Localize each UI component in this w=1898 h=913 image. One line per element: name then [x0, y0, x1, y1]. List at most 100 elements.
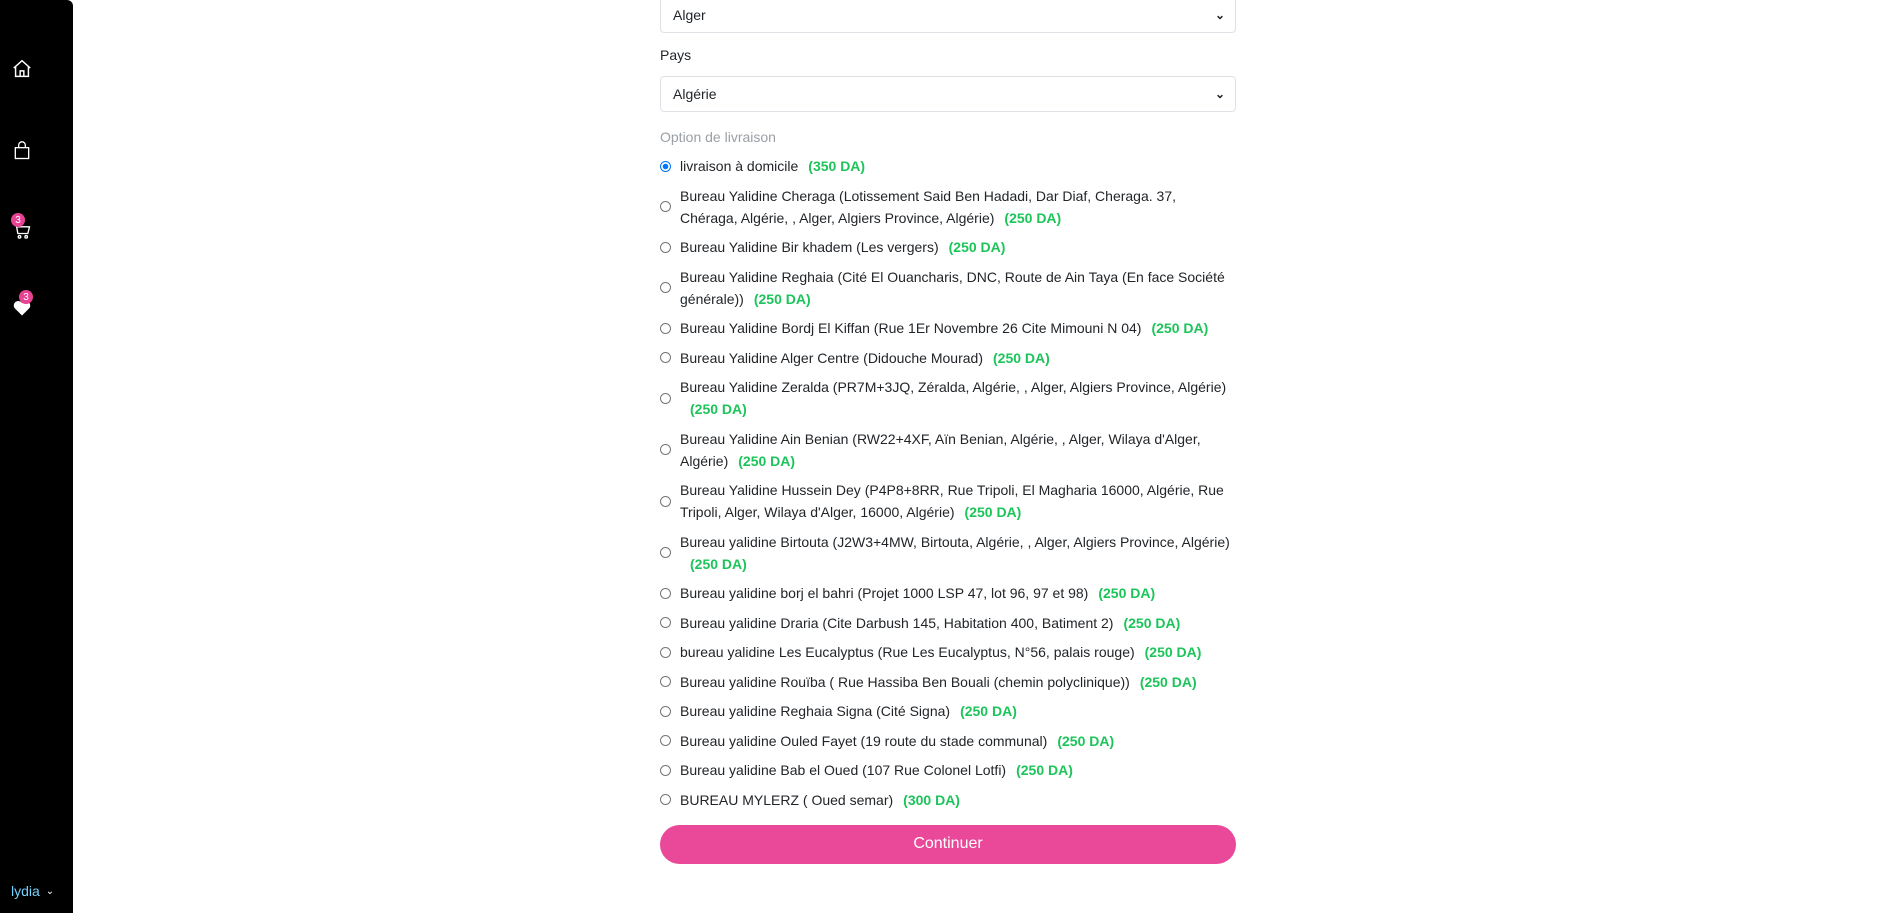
delivery-option-label: Bureau yalidine Ouled Fayet (19 route du…	[680, 732, 1048, 749]
delivery-option[interactable]: Bureau Yalidine Zeralda (PR7M+3JQ, Zéral…	[660, 376, 1236, 420]
cart-count-badge: 3	[11, 213, 25, 227]
delivery-options: livraison à domicile (350 DA) Bureau Yalid…	[660, 155, 1236, 811]
delivery-option[interactable]: bureau yalidine Les Eucalyptus (Rue Les …	[660, 641, 1236, 663]
radio-button[interactable]	[660, 705, 671, 717]
delivery-option[interactable]: Bureau Yalidine Ain Benian (RW22+4XF, Aï…	[660, 428, 1236, 472]
radio-button[interactable]	[660, 735, 671, 746]
country-select[interactable]: Algérie ⌄	[660, 76, 1236, 112]
delivery-option-label: Bureau yalidine Birtouta (J2W3+4MW, Birt…	[680, 533, 1230, 550]
delivery-option-text: Bureau Yalidine Bordj El Kiffan (Rue 1Er…	[680, 317, 1236, 339]
delivery-option-text: Bureau Yalidine Bir khadem (Les vergers)…	[680, 236, 1236, 258]
radio-button[interactable]	[660, 322, 671, 334]
delivery-option-price: (250 DA)	[690, 555, 747, 572]
delivery-option[interactable]: Bureau yalidine Bab el Oued (107 Rue Col…	[660, 759, 1236, 781]
delivery-option[interactable]: Bureau Yalidine Cheraga (Lotissement Sai…	[660, 185, 1236, 229]
delivery-option-label: Bureau Yalidine Bir khadem (Les vergers)	[680, 239, 939, 255]
delivery-option-text: Bureau yalidine Reghaia Signa (Cité Sign…	[680, 700, 1236, 722]
delivery-option-label: Bureau Yalidine Zeralda (PR7M+3JQ, Zéral…	[680, 379, 1227, 395]
delivery-option-text: Bureau yalidine Draria (Cite Darbush 145…	[680, 612, 1236, 634]
delivery-option[interactable]: BUREAU MYLERZ ( Oued semar) (300 DA)	[660, 789, 1236, 811]
delivery-option-text: livraison à domicile (350 DA)	[680, 155, 1236, 177]
delivery-option-label: Bureau yalidine Bab el Oued (107 Rue Col…	[680, 762, 1007, 778]
radio-button[interactable]	[660, 282, 671, 293]
delivery-option-price: (250 DA)	[960, 703, 1017, 719]
delivery-option-label: BUREAU MYLERZ ( Oued semar)	[680, 791, 894, 808]
delivery-option-text: Bureau yalidine Bab el Oued (107 Rue Col…	[680, 759, 1236, 781]
radio-button[interactable]	[660, 495, 671, 507]
delivery-option-price: (250 DA)	[753, 290, 811, 307]
chevron-down-icon: ⌄	[1214, 8, 1225, 22]
delivery-option-price: (250 DA)	[1004, 209, 1062, 226]
delivery-option-label: Bureau yalidine Draria (Cite Darbush 145…	[680, 614, 1114, 631]
delivery-option[interactable]: Bureau yalidine Reghaia Signa (Cité Sign…	[660, 700, 1236, 722]
radio-button[interactable]	[660, 547, 671, 558]
delivery-option-price: (250 DA)	[1144, 644, 1202, 660]
delivery-option-label: Bureau yalidine Reghaia Signa (Cité Sign…	[680, 703, 951, 719]
delivery-option-price: (250 DA)	[964, 504, 1022, 520]
delivery-option[interactable]: Bureau yalidine Draria (Cite Darbush 145…	[660, 612, 1236, 634]
delivery-option[interactable]: Bureau Yalidine Bordj El Kiffan (Rue 1Er…	[660, 317, 1236, 339]
radio-button[interactable]	[660, 352, 671, 363]
radio-button[interactable]	[660, 392, 671, 404]
delivery-option[interactable]: livraison à domicile (350 DA)	[660, 155, 1236, 177]
delivery-option[interactable]: Bureau yalidine borj el bahri (Projet 10…	[660, 582, 1236, 604]
delivery-option-price: (250 DA)	[1151, 320, 1209, 336]
sidebar: 3 3 lydia ⌄	[0, 0, 73, 913]
country-value: Algérie	[673, 86, 717, 102]
delivery-option-price: (250 DA)	[993, 349, 1050, 366]
radio-button[interactable]	[660, 444, 671, 455]
wilaya-select[interactable]: Alger ⌄	[660, 0, 1236, 33]
delivery-option-price: (350 DA)	[808, 158, 866, 174]
delivery-option[interactable]: Bureau Yalidine Bir khadem (Les vergers)…	[660, 236, 1236, 258]
delivery-option-text: Bureau Yalidine Cheraga (Lotissement Sai…	[680, 185, 1236, 229]
delivery-option[interactable]: Bureau yalidine Rouïba ( Rue Hassiba Ben…	[660, 671, 1236, 693]
user-menu[interactable]: lydia ⌄	[11, 883, 54, 899]
radio-button[interactable]	[660, 201, 671, 212]
delivery-option-label: livraison à domicile	[680, 158, 799, 174]
chevron-down-icon: ⌄	[1214, 87, 1225, 101]
delivery-option-text: Bureau Yalidine Ain Benian (RW22+4XF, Aï…	[680, 428, 1236, 472]
radio-button[interactable]	[660, 587, 671, 599]
delivery-option[interactable]: Bureau Yalidine Alger Centre (Didouche M…	[660, 347, 1236, 369]
home-icon[interactable]	[10, 57, 34, 81]
delivery-option-text: Bureau Yalidine Hussein Dey (P4P8+8RR, R…	[680, 479, 1236, 523]
radio-button[interactable]	[660, 676, 671, 687]
delivery-option-label: Bureau Yalidine Hussein Dey (P4P8+8RR, R…	[680, 482, 1224, 520]
delivery-option-text: Bureau yalidine Ouled Fayet (19 route du…	[680, 730, 1236, 752]
delivery-option-text: Bureau yalidine borj el bahri (Projet 10…	[680, 582, 1236, 604]
delivery-option-label: Bureau yalidine borj el bahri (Projet 10…	[680, 585, 1089, 601]
delivery-option[interactable]: Bureau Yalidine Hussein Dey (P4P8+8RR, R…	[660, 479, 1236, 523]
wilaya-value: Alger	[673, 7, 706, 23]
delivery-option[interactable]: Bureau yalidine Ouled Fayet (19 route du…	[660, 730, 1236, 752]
radio-button[interactable]	[660, 646, 671, 658]
delivery-option-label: Bureau Yalidine Alger Centre (Didouche M…	[680, 349, 983, 366]
delivery-option-label: bureau yalidine Les Eucalyptus (Rue Les …	[680, 644, 1135, 660]
radio-button[interactable]	[660, 160, 671, 172]
shopping-bag-icon[interactable]	[10, 139, 34, 163]
country-label: Pays	[660, 47, 692, 63]
delivery-option-text: Bureau Yalidine Alger Centre (Didouche M…	[680, 347, 1236, 369]
radio-button[interactable]	[660, 794, 671, 805]
delivery-option-price: (250 DA)	[690, 401, 747, 417]
delivery-option-label: Bureau yalidine Rouïba ( Rue Hassiba Ben…	[680, 673, 1130, 690]
delivery-option-price: (250 DA)	[1123, 614, 1181, 631]
delivery-option-price: (250 DA)	[1098, 585, 1156, 601]
continue-button[interactable]: Continuer	[660, 824, 1236, 864]
radio-button[interactable]	[660, 241, 671, 253]
checkout-form: Alger ⌄ Pays Algérie ⌄ Option de livrais…	[660, 0, 1236, 864]
radio-button[interactable]	[660, 617, 671, 628]
delivery-option-price: (250 DA)	[948, 239, 1006, 255]
delivery-option-price: (250 DA)	[1139, 673, 1197, 690]
delivery-option-text: Bureau yalidine Rouïba ( Rue Hassiba Ben…	[680, 671, 1236, 693]
delivery-option-text: Bureau Yalidine Reghaia (Cité El Ouancha…	[680, 266, 1236, 310]
radio-button[interactable]	[660, 764, 671, 776]
delivery-option-label: Bureau Yalidine Bordj El Kiffan (Rue 1Er…	[680, 320, 1142, 336]
delivery-option-text: Bureau Yalidine Zeralda (PR7M+3JQ, Zéral…	[680, 376, 1236, 420]
delivery-option[interactable]: Bureau Yalidine Reghaia (Cité El Ouancha…	[660, 266, 1236, 310]
delivery-option[interactable]: Bureau yalidine Birtouta (J2W3+4MW, Birt…	[660, 531, 1236, 575]
delivery-option-text: Bureau yalidine Birtouta (J2W3+4MW, Birt…	[680, 531, 1236, 575]
delivery-option-label: Option de livraison	[660, 129, 776, 145]
wishlist-count-badge: 3	[19, 290, 33, 304]
user-name: lydia	[11, 883, 40, 899]
delivery-option-text: bureau yalidine Les Eucalyptus (Rue Les …	[680, 641, 1236, 663]
